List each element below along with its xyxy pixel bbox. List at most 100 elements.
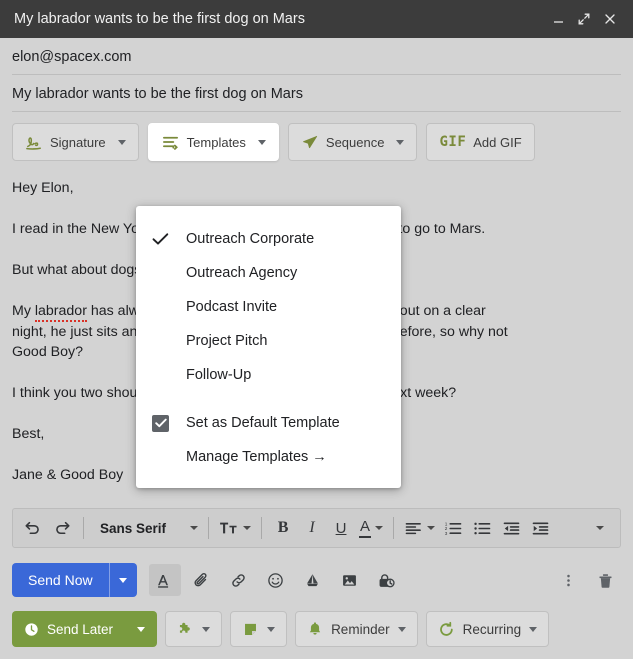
menu-item-project-pitch[interactable]: Project Pitch (136, 324, 401, 358)
window-titlebar: My labrador wants to be the first dog on… (0, 0, 633, 38)
formatting-toolbar-wrap: Sans Serif B I U A (12, 508, 621, 548)
menu-item-label: Project Pitch (186, 333, 387, 349)
menu-item-outreach-corporate[interactable]: Outreach Corporate (136, 222, 401, 256)
templates-dropdown-menu: Outreach Corporate Outreach Agency Podca… (136, 206, 401, 488)
note-icon (242, 621, 259, 638)
compose-tools-row: Signature Templates Sequence (12, 112, 621, 169)
reminder-label: Reminder (331, 622, 390, 637)
italic-button[interactable]: I (298, 513, 326, 543)
menu-item-set-default-template[interactable]: Set as Default Template (136, 406, 401, 440)
google-drive-icon[interactable] (297, 564, 329, 596)
add-gif-label: Add GIF (473, 135, 521, 150)
schedule-actions-row: Send Later (12, 611, 621, 647)
toolbar-divider (393, 517, 394, 539)
undo-icon[interactable] (19, 513, 47, 543)
templates-label: Templates (187, 135, 246, 150)
gif-icon: GIF (439, 134, 466, 150)
send-later-button[interactable]: Send Later (12, 611, 157, 647)
menu-item-follow-up[interactable]: Follow-Up (136, 358, 401, 392)
templates-button[interactable]: Templates (148, 123, 279, 161)
chevron-down-icon (427, 526, 435, 530)
sequence-icon (301, 134, 319, 150)
body-greeting: Hey Elon, (12, 178, 621, 198)
chevron-down-icon (118, 140, 126, 145)
signature-icon (25, 134, 43, 150)
subject-field[interactable]: My labrador wants to be the first dog on… (12, 75, 621, 112)
font-size-button[interactable] (216, 513, 254, 543)
chevron-down-icon (375, 526, 383, 530)
insert-link-icon[interactable] (223, 564, 255, 596)
chevron-down-icon (243, 526, 251, 530)
menu-item-label: Outreach Corporate (186, 231, 387, 247)
confidential-mode-icon[interactable] (371, 564, 403, 596)
send-now-button[interactable]: Send Now (12, 563, 137, 597)
body-p3-line3: Good Boy? (12, 344, 83, 360)
insert-photo-icon[interactable] (334, 564, 366, 596)
body-p1-left: I read in the New Yor (12, 221, 144, 237)
redo-icon[interactable] (48, 513, 76, 543)
trash-icon[interactable] (589, 564, 621, 596)
bold-label: B (278, 519, 289, 537)
bold-button[interactable]: B (269, 513, 297, 543)
bell-icon (307, 621, 323, 637)
chevron-down-icon (398, 627, 406, 632)
send-options-caret[interactable] (109, 563, 137, 597)
recurring-button[interactable]: Recurring (426, 611, 550, 647)
chevron-down-icon (596, 526, 604, 530)
compose-window: elon@spacex.com My labrador wants to be … (0, 38, 633, 659)
menu-item-label: Manage Templates → (186, 449, 387, 465)
add-gif-button[interactable]: GIF Add GIF (426, 123, 534, 161)
align-button[interactable] (401, 513, 438, 543)
body-p2-left: But what about dogs (12, 262, 141, 278)
numbered-list-icon[interactable]: 1 2 3 (439, 513, 467, 543)
svg-text:3: 3 (444, 531, 447, 536)
recipient-field[interactable]: elon@spacex.com (12, 38, 621, 75)
notes-button[interactable] (230, 611, 287, 647)
check-icon (152, 232, 186, 246)
indent-increase-icon[interactable] (526, 513, 554, 543)
sequence-button[interactable]: Sequence (288, 123, 418, 161)
italic-label: I (309, 519, 314, 537)
close-button[interactable] (597, 6, 623, 32)
body-p3-line2-left: night, he just sits and (12, 324, 145, 340)
more-options-icon[interactable] (586, 513, 614, 543)
send-later-label: Send Later (47, 622, 113, 637)
sequence-label: Sequence (326, 135, 385, 150)
toolbar-divider (208, 517, 209, 539)
templates-icon (161, 134, 180, 151)
chevron-down-icon (529, 627, 537, 632)
minimize-button[interactable] (545, 6, 571, 32)
chevron-down-icon (119, 578, 127, 583)
font-family-select[interactable]: Sans Serif (91, 513, 201, 543)
body-p3-line1-left: My labrador has alwa (12, 303, 147, 322)
recurring-label: Recurring (463, 622, 522, 637)
chevron-down-icon (258, 140, 266, 145)
font-family-label: Sans Serif (94, 521, 172, 536)
more-vert-icon[interactable] (552, 564, 584, 596)
toolbar-divider (83, 517, 84, 539)
checkbox-checked-icon[interactable] (152, 415, 186, 432)
insert-emoji-icon[interactable] (260, 564, 292, 596)
underline-button[interactable]: U (327, 513, 355, 543)
maximize-button[interactable] (571, 6, 597, 32)
toolbar-divider (261, 517, 262, 539)
signature-button[interactable]: Signature (12, 123, 139, 161)
send-now-label: Send Now (12, 563, 109, 597)
menu-item-manage-templates[interactable]: Manage Templates → (136, 440, 401, 474)
formatting-toolbar: Sans Serif B I U A (12, 508, 621, 548)
chevron-down-icon (190, 526, 198, 530)
integrations-button[interactable] (165, 611, 222, 647)
menu-item-podcast-invite[interactable]: Podcast Invite (136, 290, 401, 324)
menu-item-outreach-agency[interactable]: Outreach Agency (136, 256, 401, 290)
bulleted-list-icon[interactable] (468, 513, 496, 543)
clock-icon (24, 622, 39, 637)
menu-item-label: Podcast Invite (186, 299, 387, 315)
text-format-icon[interactable] (149, 564, 181, 596)
attach-file-icon[interactable] (186, 564, 218, 596)
chevron-down-icon (137, 627, 145, 632)
chevron-down-icon (396, 140, 404, 145)
chevron-down-icon (267, 627, 275, 632)
reminder-button[interactable]: Reminder (295, 611, 418, 647)
indent-decrease-icon[interactable] (497, 513, 525, 543)
text-color-button[interactable]: A (356, 513, 386, 543)
